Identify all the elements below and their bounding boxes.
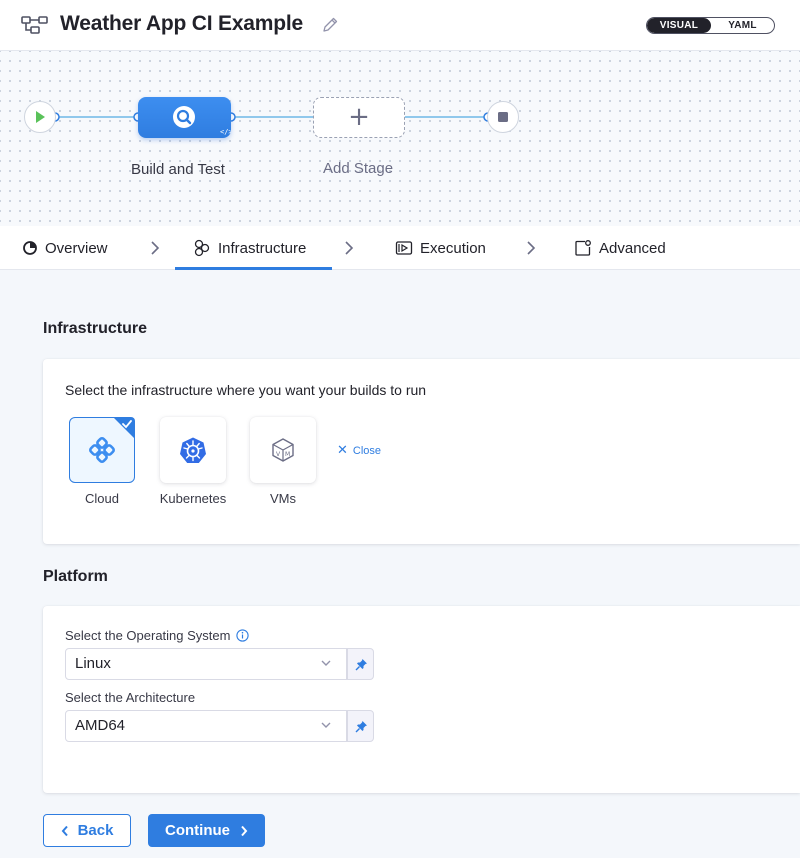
infrastructure-description: Select the infrastructure where you want… xyxy=(65,382,427,398)
pipeline-icon xyxy=(21,15,49,40)
advanced-icon xyxy=(574,239,592,257)
os-pin-button[interactable] xyxy=(347,648,374,680)
arch-field-label: Select the Architecture xyxy=(65,690,195,705)
selected-check-icon xyxy=(113,417,135,439)
info-icon[interactable] xyxy=(236,629,250,642)
chevron-right-icon xyxy=(527,241,536,255)
tab-label: Overview xyxy=(45,239,108,257)
platform-card: Select the Operating System Linux Select… xyxy=(43,606,800,793)
stage-tabs: Overview Infrastructure Execution Advanc… xyxy=(0,226,800,270)
arch-select[interactable]: AMD64 xyxy=(65,710,347,742)
visual-toggle-button[interactable]: VISUAL xyxy=(647,18,711,33)
header: Weather App CI Example VISUAL YAML xyxy=(0,0,800,51)
infrastructure-card: Select the infrastructure where you want… xyxy=(43,359,800,544)
infra-option-label: Kubernetes xyxy=(159,491,227,506)
edit-pencil-icon[interactable] xyxy=(321,16,339,39)
arch-pin-button[interactable] xyxy=(347,710,374,742)
platform-heading: Platform xyxy=(43,568,108,585)
pipeline-start-node xyxy=(24,101,56,133)
close-label: Close xyxy=(352,444,382,457)
play-icon xyxy=(36,111,45,123)
tab-advanced[interactable]: Advanced xyxy=(574,226,666,270)
tab-label: Advanced xyxy=(599,239,666,257)
tab-label: Execution xyxy=(420,239,486,257)
close-icon: ✕ xyxy=(337,443,348,458)
tab-infrastructure[interactable]: Infrastructure xyxy=(193,226,306,270)
arch-label-text: Select the Architecture xyxy=(65,690,196,705)
infra-option-kubernetes[interactable] xyxy=(160,417,226,483)
chevron-down-icon xyxy=(321,660,331,666)
chevron-right-icon xyxy=(240,825,248,837)
active-tab-indicator xyxy=(175,267,332,270)
execution-icon xyxy=(395,240,413,256)
vm-cube-icon: V M xyxy=(272,438,294,462)
add-stage-button[interactable]: + xyxy=(313,97,405,138)
infra-option-label: Cloud xyxy=(85,491,119,506)
continue-button[interactable]: Continue xyxy=(148,814,265,847)
infrastructure-heading: Infrastructure xyxy=(43,320,148,337)
stage-label-add: Add Stage xyxy=(323,160,394,177)
svg-text:</>: </> xyxy=(220,128,231,136)
svg-text:V: V xyxy=(276,451,281,458)
ci-search-icon: </> xyxy=(173,106,231,136)
infra-option-cloud[interactable] xyxy=(69,417,135,483)
chevron-down-icon xyxy=(321,722,331,728)
tab-execution[interactable]: Execution xyxy=(395,226,486,270)
continue-label: Continue xyxy=(165,822,230,839)
back-button[interactable]: Back xyxy=(43,814,131,847)
infra-option-vms[interactable]: V M xyxy=(250,417,316,483)
tab-overview[interactable]: Overview xyxy=(22,226,108,270)
page-title: Weather App CI Example xyxy=(60,12,303,35)
yaml-toggle-button[interactable]: YAML xyxy=(711,18,774,33)
pin-icon xyxy=(355,659,367,671)
chevron-right-icon xyxy=(151,241,160,255)
overview-icon xyxy=(22,240,38,256)
pin-icon xyxy=(355,721,367,733)
os-field-label: Select the Operating System xyxy=(65,628,250,643)
stop-icon xyxy=(498,112,508,122)
os-label-text: Select the Operating System xyxy=(65,628,231,643)
pipeline-connectors xyxy=(50,112,493,122)
stage-build-and-test[interactable]: </> xyxy=(138,97,231,138)
tab-label: Infrastructure xyxy=(218,239,307,257)
infra-option-label: VMs xyxy=(270,491,296,506)
back-label: Back xyxy=(77,822,114,839)
kubernetes-icon xyxy=(180,437,206,463)
stage-label-build: Build and Test xyxy=(131,161,225,178)
pipeline-canvas: </> + Build and Test Add Stage xyxy=(0,51,800,226)
close-button[interactable]: ✕ Close xyxy=(337,443,381,458)
view-toggle: VISUAL YAML xyxy=(646,17,775,34)
arch-select-value: AMD64 xyxy=(75,717,126,734)
infrastructure-icon xyxy=(193,239,211,257)
os-select[interactable]: Linux xyxy=(65,648,347,680)
chevron-right-icon xyxy=(345,241,354,255)
os-select-value: Linux xyxy=(75,655,111,672)
pipeline-end-node xyxy=(487,101,519,133)
chevron-left-icon xyxy=(61,825,69,837)
plus-icon: + xyxy=(348,102,370,132)
svg-text:M: M xyxy=(285,451,290,458)
